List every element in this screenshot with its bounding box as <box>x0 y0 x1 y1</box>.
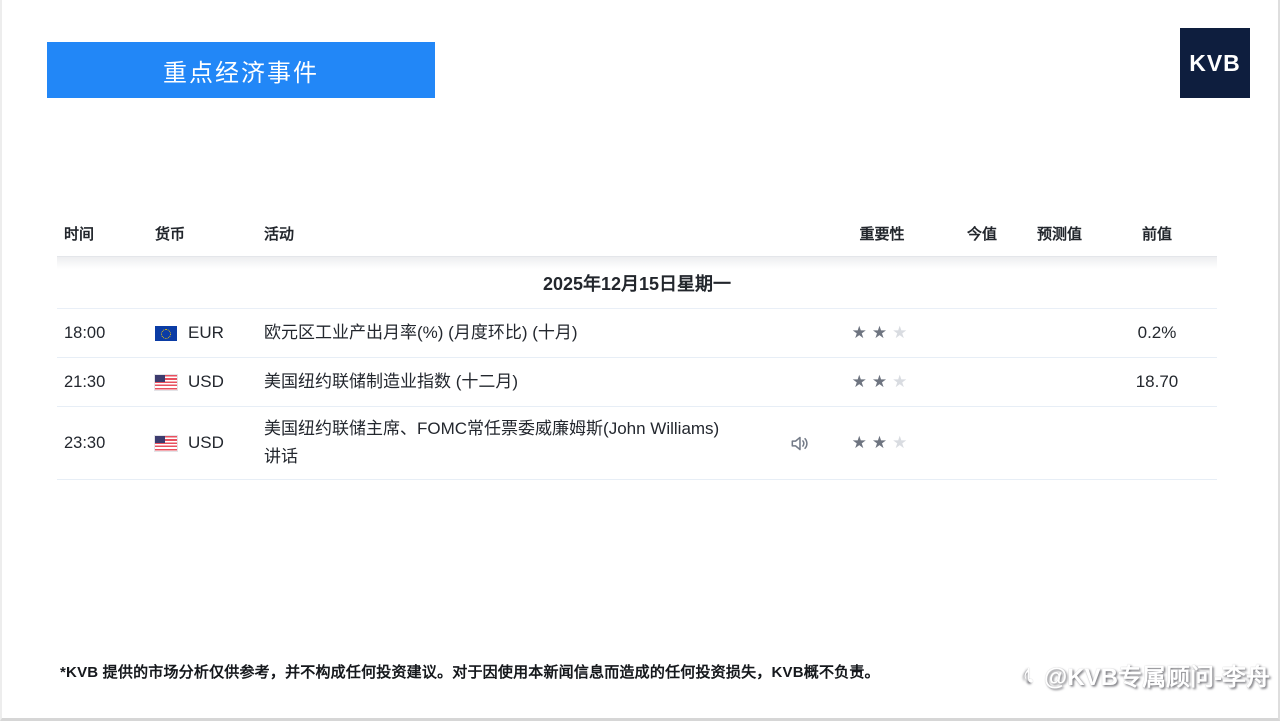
previous-value: 18.70 <box>1102 372 1212 392</box>
date-group-header: 2025年12月15日星期一 <box>57 257 1217 309</box>
col-header-activity: 活动 <box>264 223 732 244</box>
col-header-currency: 货币 <box>155 223 264 244</box>
watermark: ♪ @KVB专属顾问-李舟 <box>1022 657 1270 692</box>
event-time: 23:30 <box>64 434 155 453</box>
col-header-importance: 重要性 <box>817 223 947 244</box>
currency-code: EUR <box>188 323 224 343</box>
event-activity: 美国纽约联储主席、FOMC常任票委威廉姆斯(John Williams)讲话 <box>264 415 732 471</box>
event-time: 18:00 <box>64 324 155 343</box>
currency-cell: USD <box>155 372 264 392</box>
economic-events-table: 时间 货币 活动 重要性 今值 预测值 前值 2025年12月15日星期一 18… <box>57 210 1217 480</box>
event-activity: 美国纽约联储制造业指数 (十二月) <box>264 368 732 396</box>
currency-code: USD <box>188 372 224 392</box>
speaker-icon[interactable] <box>788 432 811 455</box>
importance-stars: ★★★ <box>817 323 947 343</box>
us-flag-icon <box>155 375 177 390</box>
disclaimer-text: *KVB 提供的市场分析仅供参考，并不构成任何投资建议。对于因使用本新闻信息而造… <box>60 661 880 682</box>
currency-code: USD <box>188 433 224 453</box>
douyin-note-icon: ♪ <box>1022 659 1036 690</box>
event-time: 21:30 <box>64 373 155 392</box>
table-row[interactable]: 21:30 USD 美国纽约联储制造业指数 (十二月) ★★★ 18.70 <box>57 358 1217 407</box>
kvb-logo-text: KVB <box>1189 50 1241 77</box>
table-row[interactable]: 18:00 EUR 欧元区工业产出月率(%) (月度环比) (十月) ★★★ 0… <box>57 309 1217 358</box>
importance-stars: ★★★ <box>817 433 947 453</box>
event-activity: 欧元区工业产出月率(%) (月度环比) (十月) <box>264 319 732 347</box>
col-header-time: 时间 <box>64 223 155 244</box>
table-header-row: 时间 货币 活动 重要性 今值 预测值 前值 <box>57 210 1217 257</box>
economic-calendar-page: 重点经济事件 KVB 时间 货币 活动 重要性 今值 预测值 前值 2025年1… <box>0 0 1280 721</box>
date-label: 2025年12月15日星期一 <box>543 270 731 296</box>
us-flag-icon <box>155 436 177 451</box>
audio-cell <box>732 432 817 455</box>
watermark-text: @KVB专属顾问-李舟 <box>1044 657 1270 692</box>
banner-title: 重点经济事件 <box>163 53 319 88</box>
currency-cell: USD <box>155 433 264 453</box>
importance-stars: ★★★ <box>817 372 947 392</box>
table-row[interactable]: 23:30 USD 美国纽约联储主席、FOMC常任票委威廉姆斯(John Wil… <box>57 407 1217 480</box>
key-events-banner: 重点经济事件 <box>47 42 435 98</box>
eu-flag-icon <box>155 326 177 341</box>
kvb-logo: KVB <box>1180 28 1250 98</box>
previous-value: 0.2% <box>1102 323 1212 343</box>
currency-cell: EUR <box>155 323 264 343</box>
col-header-previous: 前值 <box>1102 223 1212 244</box>
col-header-actual: 今值 <box>947 223 1017 244</box>
col-header-forecast: 预测值 <box>1017 223 1102 244</box>
